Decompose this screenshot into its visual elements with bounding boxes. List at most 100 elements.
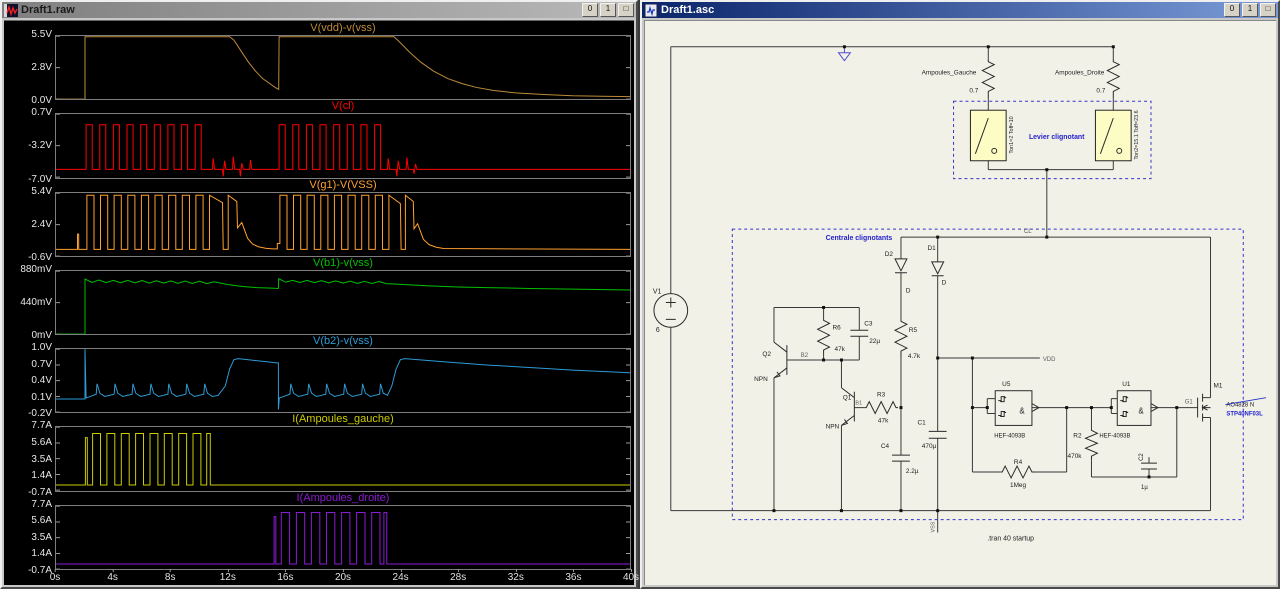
net-vdd: VDD [1043,357,1056,363]
lamp-right-value: 0.7 [1096,87,1105,94]
r3-value: 47k [878,417,889,424]
pane-i-gauche: I(Ampoules_gauche) 7.7A 5.6A 3.5A 1.4A -… [5,413,631,497]
switch-right[interactable] [1094,109,1132,162]
v1-name: V1 [653,289,662,296]
resistor-ampoules-droite[interactable]: Ampoules_Droite 0.7 [1055,58,1121,99]
resistor-ampoules-gauche[interactable]: Ampoules_Gauche 0.7 [922,58,996,99]
trace-title: I(Ampoules_droite) [296,491,390,504]
close-button[interactable]: □ [1260,3,1276,17]
time-axis: 0s 4s 8s 12s 16s 20s 24s 28s 32s 36s 40s [5,568,639,585]
r4-value: 1Meg [1010,482,1027,489]
lever-group: Levier clignotant Ton1=2 Toff=10 Ton2=15… [953,100,1152,180]
capacitor-c3[interactable]: C3 22µ [850,320,880,345]
c1-value: 470µ [922,443,937,450]
net-vss: VSS [931,521,937,532]
d2-value: D [906,288,911,295]
ground-icon[interactable] [837,46,852,62]
schematic-window-title: Draft1.asc [661,4,715,16]
pane-vb2: V(b2)-v(vss) 1.0V 0.7V 0.4V 0.1V -0.2V [5,335,631,419]
waveform-client-area[interactable]: V(vdd)-v(vss) 5.5V 2.8V 0.0V V(cl) 0.7V … [4,20,639,585]
schematic-canvas[interactable]: V1 6 Ampoules_Gauche 0.7 Ampoules_Droite… [644,20,1276,585]
gate-u5[interactable]: & U5 HEF-4093B [994,381,1040,440]
net-b1: B1 [855,401,862,407]
resistor-r2[interactable]: R2 470k [1068,428,1099,460]
c4-value: 2.2µ [906,468,919,475]
net-b2: B2 [801,353,808,359]
u1-gate-symbol: & [1138,407,1144,416]
u5-name: U5 [1002,381,1011,388]
central-label: Centrale clignotants [826,235,893,242]
d2-name: D2 [885,251,894,258]
d1-name: D1 [927,245,936,252]
u5-value: HEF-4093B [994,433,1025,439]
minimize-button[interactable]: 0 [582,3,598,17]
capacitor-c4[interactable]: C4 2.2µ [881,443,919,475]
transistor-q1[interactable]: Q1 NPN [826,387,855,431]
maximize-button[interactable]: 1 [1242,3,1258,17]
waveform-window-title: Draft1.raw [21,4,75,16]
plot-area[interactable] [55,504,631,570]
q1-name: Q1 [843,395,852,402]
schematic-window: Draft1.asc 0 1 □ V1 6 Ampoules_Gauche 0.… [640,0,1280,589]
q1-type: NPN [826,423,840,430]
plot-area[interactable] [55,348,631,414]
diode-d2[interactable]: D2 D [885,251,911,295]
r2-name: R2 [1073,432,1082,439]
transistor-q2[interactable]: Q2 NPN [754,341,788,383]
switch-left[interactable] [969,109,1007,162]
lamp-left-value: 0.7 [969,87,978,94]
y-axis-labels: 880mV 440mV 0mV [20,263,52,342]
y-axis-labels: 5.4V 2.4V -0.6V [28,185,52,263]
central-box [731,228,1244,521]
pane-vcl: V(cl) 0.7V -3.2V -7.0V [5,100,631,184]
gate-u1[interactable]: & U1 HEF-4093B [1099,381,1159,440]
y-axis-labels: 1.0V 0.7V 0.4V 0.1V -0.2V [28,342,52,420]
close-button[interactable]: □ [618,3,634,17]
lever-left-params: Ton1=2 Toff=10 [1009,116,1015,153]
schematic-file-icon [644,3,658,17]
r6-name: R6 [833,324,842,331]
r2-value: 470k [1068,453,1083,460]
r5-name: R5 [909,327,918,334]
capacitor-c2[interactable]: C2 1µ [1139,453,1157,491]
resistor-r6[interactable]: R6 47k [816,318,846,355]
resistor-r5[interactable]: R5 4.7k [893,318,921,360]
plot-area[interactable] [55,35,631,101]
v1-value: 6 [656,327,660,334]
r4-name: R4 [1014,459,1023,466]
net-g1: G1 [1185,400,1194,406]
m1-name: M1 [1213,383,1222,390]
trace-title: I(Ampoules_gauche) [292,413,394,426]
trace-title: V(vdd)-v(vss) [310,22,376,34]
trace-title: V(cl) [331,100,355,113]
schematic-titlebar[interactable]: Draft1.asc 0 1 □ [642,2,1278,18]
y-axis-labels: 0.7V -3.2V -7.0V [28,107,52,185]
y-axis-labels: 5.5V 2.8V 0.0V [31,29,52,107]
plot-area[interactable] [55,426,631,492]
r5-value: 4.7k [908,353,921,360]
c1-name: C1 [918,419,927,426]
mosfet-m1[interactable]: M1 AO4828 N STP40NF03L [1197,383,1267,422]
u1-value: HEF-4093B [1099,433,1130,439]
pane-vb1: V(b1)-v(vss) 880mV 440mV 0mV [5,257,631,341]
waveform-file-icon [4,3,18,17]
q2-type: NPN [754,376,768,383]
trace-title: V(b2)-v(vss) [313,335,373,348]
waveform-window: Draft1.raw 0 1 □ V(vdd)-v(vss) 5.5V 2.8V… [0,0,639,589]
resistor-r4[interactable]: R4 1Meg [1000,459,1036,489]
plot-area[interactable] [55,191,631,257]
resistor-r3[interactable]: R3 47k [864,392,898,425]
capacitor-c1[interactable]: C1 470µ [918,419,947,450]
m1-model: STP40NF03L [1226,412,1263,418]
plot-area[interactable] [55,113,631,179]
minimize-button[interactable]: 0 [1224,3,1240,17]
lamp-left-name: Ampoules_Gauche [922,70,977,77]
plot-area[interactable] [55,269,631,336]
voltage-source-v1[interactable]: V1 6 [653,289,689,335]
y-axis-labels: 7.7A 5.6A 3.5A 1.4A -0.7A [28,420,52,498]
pane-i-droite: I(Ampoules_droite) 7.7A 5.6A 3.5A 1.4A -… [5,491,631,575]
maximize-button[interactable]: 1 [600,3,616,17]
waveform-titlebar[interactable]: Draft1.raw 0 1 □ [2,2,636,18]
spice-directive[interactable]: .tran 40 startup [987,535,1034,542]
diode-d1[interactable]: D1 D [927,245,946,287]
